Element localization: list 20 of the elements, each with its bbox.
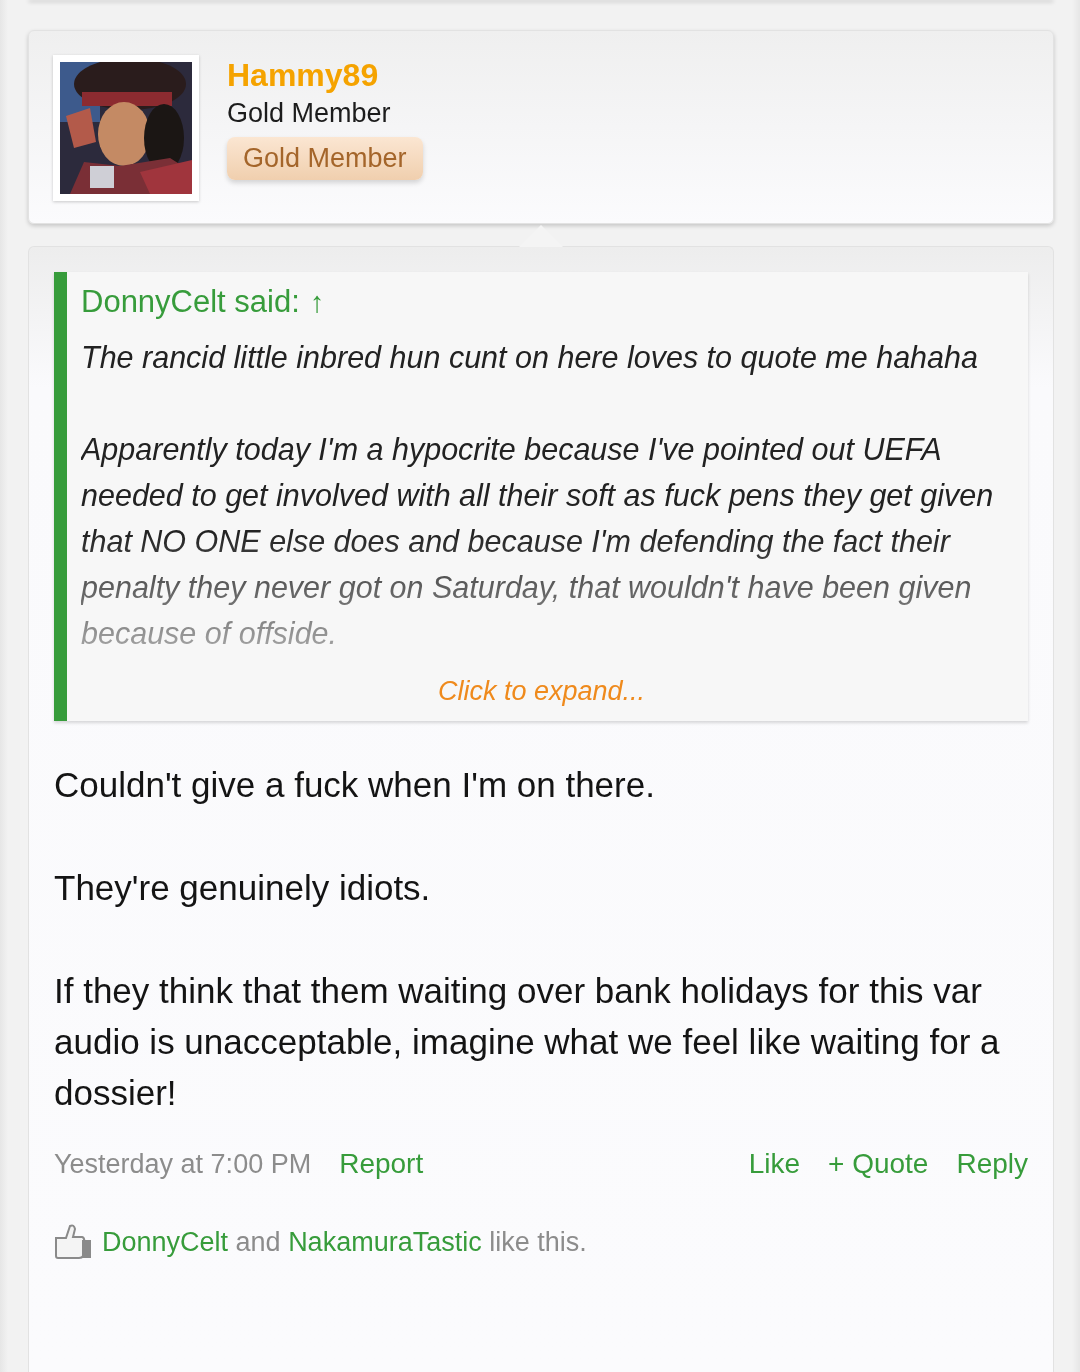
likes-summary: DonnyCelt and NakamuraTastic like this. bbox=[102, 1226, 587, 1258]
message-text: Couldn't give a fuck when I'm on there. bbox=[54, 764, 656, 806]
thumbs-up-icon bbox=[54, 1224, 92, 1260]
action-link[interactable]: + Quote bbox=[828, 1148, 929, 1180]
expand-link[interactable]: Click to expand... bbox=[437, 676, 646, 707]
user-title: Gold Member bbox=[227, 97, 391, 130]
report-link[interactable]: Report bbox=[339, 1148, 424, 1180]
quote-attribution: DonnyCelt said: bbox=[81, 284, 300, 320]
quote-text: The rancid little inbred hun cunt on here loves to quote me hahaha bbox=[81, 339, 979, 377]
user-link[interactable]: NakamuraTastic bbox=[288, 1226, 482, 1257]
message-text: They're genuinely idiots. bbox=[54, 867, 432, 909]
jump-link[interactable]: ↑ bbox=[309, 286, 325, 319]
message-text: If they think that them waiting over bank holidays for this var audio is unacceptable, imagine what we feel like waiting for a dossier! bbox=[54, 970, 1001, 1114]
user-banner: Gold Member bbox=[227, 137, 423, 180]
username-link[interactable]: Hammy89 bbox=[227, 55, 379, 95]
action-link[interactable]: Reply bbox=[956, 1148, 1028, 1180]
user-link[interactable]: DonnyCelt bbox=[102, 1226, 229, 1257]
post-date: Yesterday at 7:00 PM bbox=[54, 1148, 312, 1180]
quote-text: Apparently today I'm a hypocrite because I've pointed out UEFA needed to get involved with all their soft as fuck pens they get given that NO ONE else does and because I'm defending the fact their penalty they never got on Saturday, that wouldn't have been given because of offside. bbox=[81, 431, 995, 652]
action-link[interactable]: Like bbox=[748, 1148, 800, 1180]
